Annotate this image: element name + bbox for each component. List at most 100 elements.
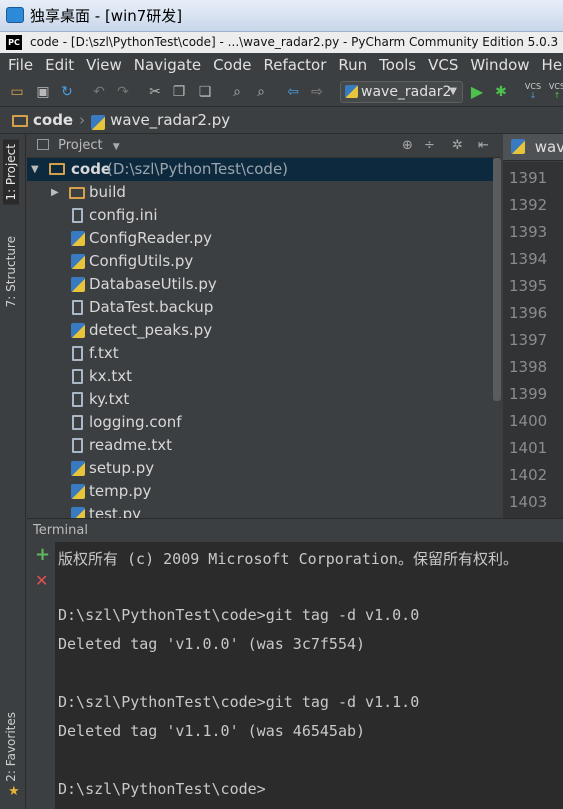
menu-edit[interactable]: Edit bbox=[39, 53, 80, 77]
python-file-icon bbox=[71, 277, 85, 292]
close-session-icon[interactable]: ✕ bbox=[35, 572, 48, 590]
terminal-header: Terminal bbox=[27, 518, 563, 542]
menu-view[interactable]: View bbox=[80, 53, 128, 77]
python-file-icon bbox=[71, 484, 85, 499]
toolbar: ▭ ▣ ↻ ↶ ↷ ✂ ❐ ❏ ⌕ ⌕ ⇦ ⇨ wave_radar2 ▼ ▶ … bbox=[0, 77, 563, 107]
tree-item[interactable]: ▶ build bbox=[27, 181, 493, 204]
terminal-output[interactable]: 版权所有 (c) 2009 Microsoft Corporation。保留所有… bbox=[55, 542, 563, 809]
python-file-icon bbox=[71, 254, 85, 269]
hide-panel-icon[interactable]: ⇤ bbox=[478, 134, 489, 158]
tab-favorites[interactable]: 2: Favorites bbox=[4, 712, 18, 782]
project-view-select[interactable]: Project bbox=[58, 138, 102, 153]
tree-item[interactable]: ConfigReader.py bbox=[27, 227, 493, 250]
line-number: 1401 bbox=[509, 439, 548, 457]
forward-icon[interactable]: ⇨ bbox=[308, 83, 326, 101]
project-scrollbar[interactable] bbox=[493, 158, 501, 401]
tree-item-label: DatabaseUtils.py bbox=[89, 275, 217, 293]
redo-icon[interactable]: ↷ bbox=[114, 83, 132, 101]
save-icon[interactable]: ▣ bbox=[34, 83, 52, 101]
tree-item[interactable]: temp.py bbox=[27, 480, 493, 503]
vcs-update-button[interactable]: VCS ↓ bbox=[522, 82, 544, 100]
menu-code[interactable]: Code bbox=[207, 53, 257, 77]
breadcrumb-item-code[interactable]: code bbox=[33, 111, 73, 129]
python-file-icon bbox=[511, 139, 525, 154]
remote-desktop-title: 独享桌面 - [win7研发] bbox=[30, 7, 183, 25]
tree-item[interactable]: DataTest.backup bbox=[27, 296, 493, 319]
line-number: 1400 bbox=[509, 412, 548, 430]
python-file-icon bbox=[71, 507, 85, 518]
vcs-commit-button[interactable]: VCS ↑ bbox=[546, 82, 563, 100]
chevron-down-icon: ▼ bbox=[449, 86, 457, 97]
menu-file[interactable]: File bbox=[2, 53, 39, 77]
tree-item[interactable]: test.py bbox=[27, 503, 493, 518]
text-file-icon bbox=[72, 438, 83, 453]
gear-icon[interactable]: ✲ bbox=[452, 134, 463, 158]
menu-run[interactable]: Run bbox=[332, 53, 373, 77]
menu-tools[interactable]: Tools bbox=[373, 53, 422, 77]
editor-tab[interactable]: wave_radar2.py bbox=[503, 134, 563, 161]
find-icon[interactable]: ⌕ bbox=[228, 83, 246, 101]
run-icon[interactable]: ▶ bbox=[468, 83, 486, 101]
paste-icon[interactable]: ❏ bbox=[196, 83, 214, 101]
tab-project[interactable]: 1: Project bbox=[3, 140, 19, 205]
sync-icon[interactable]: ↻ bbox=[58, 83, 76, 101]
terminal-line: D:\szl\PythonTest\code>git tag -d v1.1.0 bbox=[58, 693, 420, 711]
tree-item-label: ky.txt bbox=[89, 390, 130, 408]
tree-item[interactable]: logging.conf bbox=[27, 411, 493, 434]
menu-window[interactable]: Window bbox=[464, 53, 535, 77]
open-folder-icon[interactable]: ▭ bbox=[8, 83, 26, 101]
menu-navigate[interactable]: Navigate bbox=[128, 53, 207, 77]
replace-icon[interactable]: ⌕ bbox=[252, 83, 270, 101]
tree-root-code[interactable]: ▼ code (D:\szl\PythonTest\code) bbox=[27, 158, 493, 181]
tree-item[interactable]: f.txt bbox=[27, 342, 493, 365]
expand-arrow-icon[interactable]: ▶ bbox=[51, 181, 59, 204]
menu-help[interactable]: Help bbox=[536, 53, 563, 77]
tree-item-label: ConfigUtils.py bbox=[89, 252, 194, 270]
line-number: 1399 bbox=[509, 385, 548, 403]
back-icon[interactable]: ⇦ bbox=[284, 83, 302, 101]
debug-icon[interactable]: ✱ bbox=[492, 83, 510, 101]
cut-icon[interactable]: ✂ bbox=[146, 83, 164, 101]
folder-icon bbox=[69, 187, 85, 199]
remote-desktop-title-bar: 独享桌面 - [win7研发] bbox=[0, 0, 563, 32]
terminal-line: D:\szl\PythonTest\code> bbox=[58, 780, 266, 798]
text-file-icon bbox=[72, 346, 83, 361]
breadcrumb-item-file[interactable]: wave_radar2.py bbox=[110, 111, 230, 129]
tree-item[interactable]: ConfigUtils.py bbox=[27, 250, 493, 273]
tree-item[interactable]: readme.txt bbox=[27, 434, 493, 457]
expand-arrow-icon[interactable]: ▼ bbox=[31, 158, 39, 181]
tree-item[interactable]: detect_peaks.py bbox=[27, 319, 493, 342]
tree-item-label: detect_peaks.py bbox=[89, 321, 213, 339]
tree-item-label: readme.txt bbox=[89, 436, 173, 454]
python-file-icon bbox=[71, 461, 85, 476]
tree-item-label: build bbox=[89, 183, 126, 201]
undo-icon[interactable]: ↶ bbox=[90, 83, 108, 101]
ide-window-title: code - [D:\szl\PythonTest\code] - ...\wa… bbox=[30, 35, 559, 49]
arrow-up-icon: ↑ bbox=[553, 91, 561, 100]
collapse-all-icon[interactable]: ÷ bbox=[424, 134, 435, 158]
tree-item[interactable]: config.ini bbox=[27, 204, 493, 227]
menu-bar: File Edit View Navigate Code Refactor Ru… bbox=[0, 53, 563, 77]
tree-item[interactable]: DatabaseUtils.py bbox=[27, 273, 493, 296]
tree-item[interactable]: kx.txt bbox=[27, 365, 493, 388]
folder-icon bbox=[49, 163, 65, 175]
copy-icon[interactable]: ❐ bbox=[170, 83, 188, 101]
locate-icon[interactable]: ⊕ bbox=[402, 134, 413, 158]
run-configuration-select[interactable]: wave_radar2 ▼ bbox=[340, 81, 463, 103]
editor-tab-label: wave_radar2.py bbox=[534, 138, 563, 156]
text-file-icon bbox=[72, 208, 83, 223]
project-tree: ▼ code (D:\szl\PythonTest\code) ▶ build confi… bbox=[27, 158, 493, 518]
ide-title-bar: PC code - [D:\szl\PythonTest\code] - ...… bbox=[0, 32, 563, 53]
tree-item-label: logging.conf bbox=[89, 413, 182, 431]
new-session-icon[interactable]: + bbox=[35, 546, 50, 564]
line-number: 1403 bbox=[509, 493, 548, 511]
terminal-line: Deleted tag 'v1.0.0' (was 3c7f554) bbox=[58, 635, 366, 653]
menu-refactor[interactable]: Refactor bbox=[257, 53, 332, 77]
tab-structure[interactable]: 7: Structure bbox=[4, 236, 18, 307]
folder-icon bbox=[12, 115, 28, 127]
tree-item-label: config.ini bbox=[89, 206, 158, 224]
tree-item[interactable]: setup.py bbox=[27, 457, 493, 480]
menu-vcs[interactable]: VCS bbox=[422, 53, 464, 77]
python-icon bbox=[345, 85, 358, 98]
tree-item[interactable]: ky.txt bbox=[27, 388, 493, 411]
